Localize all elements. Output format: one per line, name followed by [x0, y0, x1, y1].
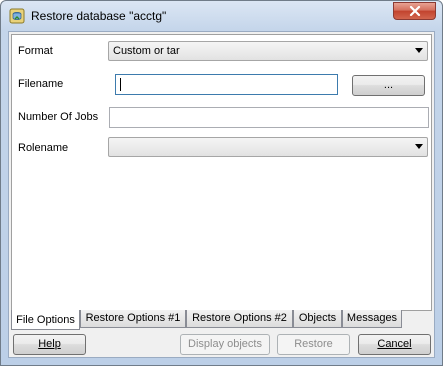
tab-restore-options-1[interactable]: Restore Options #1 — [80, 310, 186, 328]
rolename-label: Rolename — [18, 142, 69, 154]
format-value: Custom or tar — [113, 45, 180, 57]
tab-objects[interactable]: Objects — [293, 310, 342, 328]
rolename-select[interactable] — [108, 137, 428, 157]
tab-messages[interactable]: Messages — [342, 310, 402, 328]
window-title: Restore database "acctg" — [31, 9, 167, 23]
help-button[interactable]: Help — [13, 334, 86, 355]
restore-dialog: Restore database "acctg" Format Custom o… — [0, 0, 443, 366]
format-label: Format — [18, 45, 53, 57]
tab-restore-options-2[interactable]: Restore Options #2 — [186, 310, 293, 328]
jobs-label: Number Of Jobs — [18, 111, 99, 123]
close-icon — [409, 6, 421, 16]
restore-button[interactable]: Restore — [277, 334, 350, 355]
chevron-down-icon — [415, 48, 423, 53]
display-objects-button[interactable]: Display objects — [180, 334, 270, 355]
cancel-button[interactable]: Cancel — [358, 334, 431, 355]
cancel-label: Cancel — [377, 338, 412, 350]
help-label: Help — [38, 338, 61, 350]
browse-button[interactable]: ... — [352, 75, 425, 96]
file-options-panel: Format Custom or tar Filename ... Number… — [11, 34, 432, 311]
chevron-down-icon — [415, 144, 423, 149]
title-bar[interactable]: Restore database "acctg" — [1, 1, 442, 31]
database-restore-icon — [9, 8, 25, 24]
format-select[interactable]: Custom or tar — [108, 41, 428, 61]
text-caret — [120, 78, 121, 91]
tab-file-options[interactable]: File Options — [11, 310, 80, 330]
close-button[interactable] — [393, 2, 436, 20]
filename-label: Filename — [18, 78, 64, 90]
filename-field[interactable] — [115, 74, 338, 95]
dialog-body: Format Custom or tar Filename ... Number… — [8, 31, 435, 358]
jobs-field[interactable] — [109, 107, 429, 128]
